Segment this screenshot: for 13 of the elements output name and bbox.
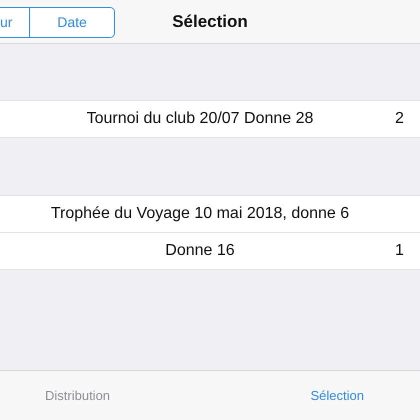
tab-item[interactable]: Distribution	[45, 388, 110, 403]
row-title: Tournoi du club 20/07 Donne 28	[86, 110, 314, 128]
list-row[interactable]: Donne 16 1	[0, 232, 420, 270]
screen-title: Sélection	[172, 12, 248, 32]
tab-item[interactable]: Sélection	[310, 388, 364, 403]
list-row[interactable]: Tournoi du club 20/07 Donne 28 2	[0, 100, 420, 138]
row-title: Donne 16	[165, 242, 235, 260]
row-detail: 1	[395, 242, 405, 260]
segment-button[interactable]: Date	[29, 8, 114, 36]
row-detail: 2	[395, 110, 405, 128]
segment-button[interactable]: ur	[0, 8, 29, 36]
list-row[interactable]: Trophée du Voyage 10 mai 2018, donne 6	[0, 195, 420, 232]
row-title: Trophée du Voyage 10 mai 2018, donne 6	[50, 205, 350, 223]
